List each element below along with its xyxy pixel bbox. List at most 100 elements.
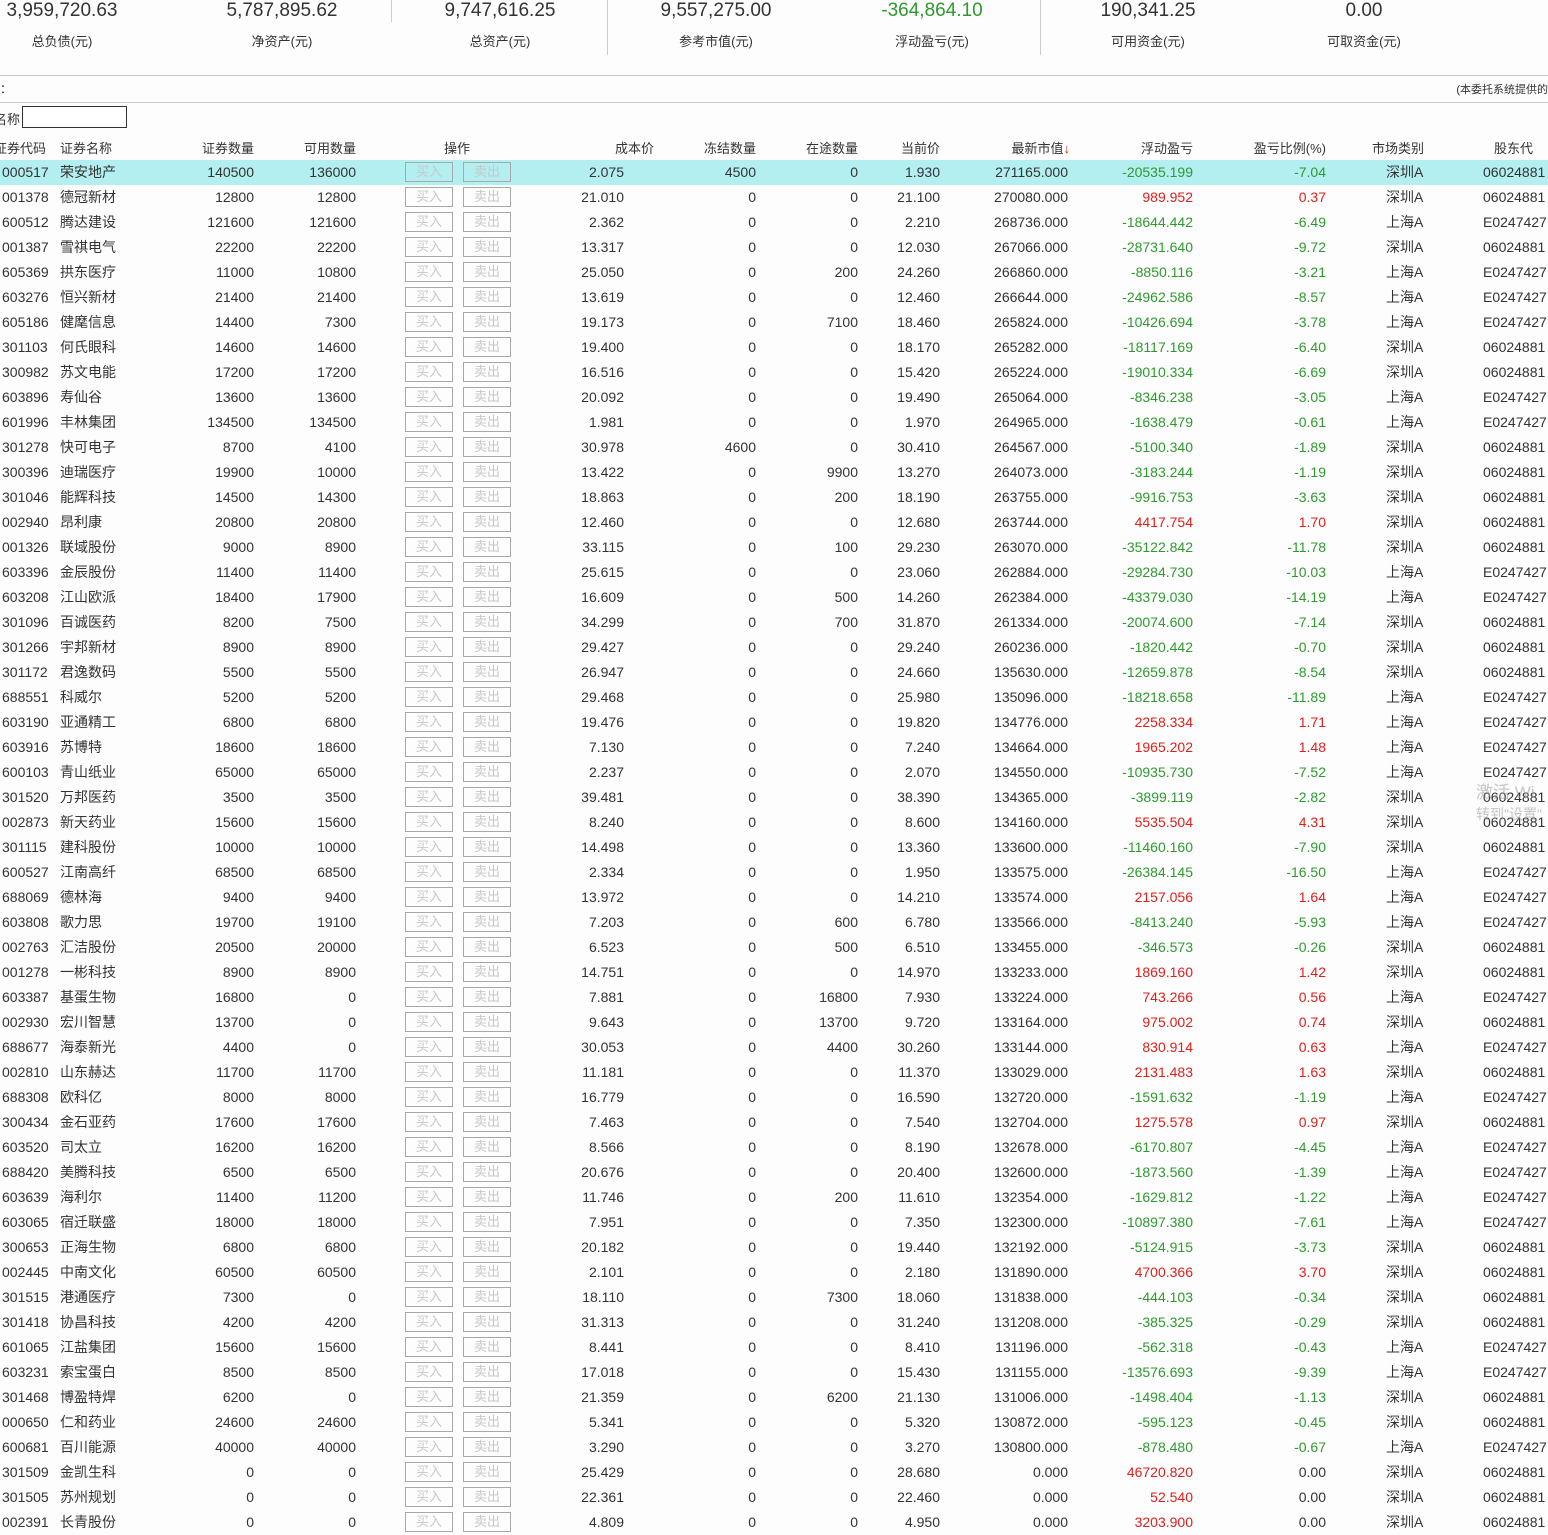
table-row[interactable]: 002445 中南文化 60500 60500 2.101 0 0 2.180 131890.0… <box>0 1260 1548 1285</box>
buy-button[interactable]: 买入 <box>405 1137 453 1157</box>
buy-button[interactable]: 买入 <box>405 637 453 657</box>
sell-button[interactable]: 卖出 <box>463 712 511 732</box>
sell-button[interactable]: 卖出 <box>463 287 511 307</box>
buy-button[interactable]: 买入 <box>405 1037 453 1057</box>
buy-button[interactable]: 买入 <box>405 812 453 832</box>
buy-button[interactable]: 买入 <box>405 1162 453 1182</box>
table-row[interactable]: 688551 科威尔 5200 5200 29.468 0 0 25.980 135096.00… <box>0 685 1548 710</box>
table-row[interactable]: 603208 江山欧派 18400 17900 16.609 0 500 14.260 2623… <box>0 585 1548 610</box>
buy-button[interactable]: 买入 <box>405 462 453 482</box>
sell-button[interactable]: 卖出 <box>463 462 511 482</box>
table-row[interactable]: 002930 宏川智慧 13700 0 9.643 0 13700 9.720 133164.0… <box>0 1010 1548 1035</box>
table-row[interactable]: 600681 百川能源 40000 40000 3.290 0 0 3.270 130800.0… <box>0 1435 1548 1460</box>
sell-button[interactable]: 卖出 <box>463 762 511 782</box>
table-row[interactable]: 301418 协昌科技 4200 4200 31.313 0 0 31.240 131208.0… <box>0 1310 1548 1335</box>
sell-button[interactable]: 卖出 <box>463 1187 511 1207</box>
buy-button[interactable]: 买入 <box>405 162 453 182</box>
buy-button[interactable]: 买入 <box>405 1012 453 1032</box>
sell-button[interactable]: 卖出 <box>463 887 511 907</box>
table-row[interactable]: 301103 何氏眼科 14600 14600 19.400 0 0 18.170 265282… <box>0 335 1548 360</box>
buy-button[interactable]: 买入 <box>405 1087 453 1107</box>
buy-button[interactable]: 买入 <box>405 1487 453 1507</box>
buy-button[interactable]: 买入 <box>405 412 453 432</box>
buy-button[interactable]: 买入 <box>405 762 453 782</box>
buy-button[interactable]: 买入 <box>405 262 453 282</box>
sell-button[interactable]: 卖出 <box>463 962 511 982</box>
sell-button[interactable]: 卖出 <box>463 1237 511 1257</box>
sell-button[interactable]: 卖出 <box>463 337 511 357</box>
table-row[interactable]: 605186 健麾信息 14400 7300 19.173 0 7100 18.460 2658… <box>0 310 1548 335</box>
sell-button[interactable]: 卖出 <box>463 662 511 682</box>
sell-button[interactable]: 卖出 <box>463 912 511 932</box>
column-header-in-transit[interactable]: 在途数量 <box>806 138 858 158</box>
table-row[interactable]: 300982 苏文电能 17200 17200 16.516 0 0 15.420 265224… <box>0 360 1548 385</box>
table-row[interactable]: 600103 青山纸业 65000 65000 2.237 0 0 2.070 134550.0… <box>0 760 1548 785</box>
table-row[interactable]: 603520 司太立 16200 16200 8.566 0 0 8.190 132678.00… <box>0 1135 1548 1160</box>
sell-button[interactable]: 卖出 <box>463 1012 511 1032</box>
buy-button[interactable]: 买入 <box>405 312 453 332</box>
sell-button[interactable]: 卖出 <box>463 162 511 182</box>
column-header-available[interactable]: 可用数量 <box>304 138 356 158</box>
sell-button[interactable]: 卖出 <box>463 562 511 582</box>
table-row[interactable]: 601065 江盐集团 15600 15600 8.441 0 0 8.410 131196.0… <box>0 1335 1548 1360</box>
table-row[interactable]: 301115 建科股份 10000 10000 14.498 0 0 13.360 133600… <box>0 835 1548 860</box>
table-row[interactable]: 301509 金凯生科 0 0 25.429 0 0 28.680 0.000 46720.820… <box>0 1460 1548 1485</box>
buy-button[interactable]: 买入 <box>405 237 453 257</box>
buy-button[interactable]: 买入 <box>405 912 453 932</box>
sell-button[interactable]: 卖出 <box>463 487 511 507</box>
table-row[interactable]: 603231 索宝蛋白 8500 8500 17.018 0 0 15.430 131155.0… <box>0 1360 1548 1385</box>
table-row[interactable]: 301468 博盈特焊 6200 0 21.359 0 6200 21.130 131006.0… <box>0 1385 1548 1410</box>
sell-button[interactable]: 卖出 <box>463 1387 511 1407</box>
table-row[interactable]: 301515 港通医疗 7300 0 18.110 0 7300 18.060 131838.0… <box>0 1285 1548 1310</box>
column-header-frozen[interactable]: 冻结数量 <box>704 138 756 158</box>
sell-button[interactable]: 卖出 <box>463 387 511 407</box>
buy-button[interactable]: 买入 <box>405 1237 453 1257</box>
buy-button[interactable]: 买入 <box>405 337 453 357</box>
table-row[interactable]: 002763 汇洁股份 20500 20000 6.523 0 500 6.510 133455… <box>0 935 1548 960</box>
table-row[interactable]: 002873 新天药业 15600 15600 8.240 0 0 8.600 134160.0… <box>0 810 1548 835</box>
sell-button[interactable]: 卖出 <box>463 1462 511 1482</box>
table-row[interactable]: 300653 正海生物 6800 6800 20.182 0 0 19.440 132192.0… <box>0 1235 1548 1260</box>
buy-button[interactable]: 买入 <box>405 1287 453 1307</box>
table-row[interactable]: 300434 金石亚药 17600 17600 7.463 0 0 7.540 132704.0… <box>0 1110 1548 1135</box>
buy-button[interactable]: 买入 <box>405 1387 453 1407</box>
buy-button[interactable]: 买入 <box>405 962 453 982</box>
table-row[interactable]: 603276 恒兴新材 21400 21400 13.619 0 0 12.460 266644… <box>0 285 1548 310</box>
buy-button[interactable]: 买入 <box>405 1212 453 1232</box>
table-row[interactable]: 301278 快可电子 8700 4100 30.978 4600 0 30.410 26456… <box>0 435 1548 460</box>
sell-button[interactable]: 卖出 <box>463 1262 511 1282</box>
sell-button[interactable]: 卖出 <box>463 1337 511 1357</box>
column-header-holder[interactable]: 股东代 <box>1494 138 1533 158</box>
buy-button[interactable]: 买入 <box>405 1362 453 1382</box>
sell-button[interactable]: 卖出 <box>463 1412 511 1432</box>
buy-button[interactable]: 买入 <box>405 662 453 682</box>
table-row[interactable]: 002810 山东赫达 11700 11700 11.181 0 0 11.370 133029… <box>0 1060 1548 1085</box>
column-header-market[interactable]: 市场类别 <box>1372 138 1424 158</box>
sell-button[interactable]: 卖出 <box>463 637 511 657</box>
sell-button[interactable]: 卖出 <box>463 1037 511 1057</box>
sell-button[interactable]: 卖出 <box>463 812 511 832</box>
column-header-cost[interactable]: 成本价 <box>615 138 654 158</box>
table-row[interactable]: 603190 亚通精工 6800 6800 19.476 0 0 19.820 134776.0… <box>0 710 1548 735</box>
sell-button[interactable]: 卖出 <box>463 512 511 532</box>
sell-button[interactable]: 卖出 <box>463 737 511 757</box>
sell-button[interactable]: 卖出 <box>463 1312 511 1332</box>
buy-button[interactable]: 买入 <box>405 187 453 207</box>
buy-button[interactable]: 买入 <box>405 1112 453 1132</box>
table-row[interactable]: 603896 寿仙谷 13600 13600 20.092 0 0 19.490 265064.… <box>0 385 1548 410</box>
sell-button[interactable]: 卖出 <box>463 1137 511 1157</box>
table-row[interactable]: 300396 迪瑞医疗 19900 10000 13.422 0 9900 13.270 264… <box>0 460 1548 485</box>
table-row[interactable]: 603396 金辰股份 11400 11400 25.615 0 0 23.060 262884… <box>0 560 1548 585</box>
buy-button[interactable]: 买入 <box>405 437 453 457</box>
table-row[interactable]: 688308 欧科亿 8000 8000 16.779 0 0 16.590 132720.00… <box>0 1085 1548 1110</box>
buy-button[interactable]: 买入 <box>405 1337 453 1357</box>
table-row[interactable]: 002391 长青股份 0 0 4.809 0 0 4.950 0.000 3203.900 0.0… <box>0 1510 1548 1535</box>
table-row[interactable]: 688420 美腾科技 6500 6500 20.676 0 0 20.400 132600.0… <box>0 1160 1548 1185</box>
sell-button[interactable]: 卖出 <box>463 187 511 207</box>
table-row[interactable]: 601996 丰林集团 134500 134500 1.981 0 0 1.970 264965… <box>0 410 1548 435</box>
table-row[interactable]: 001387 雪祺电气 22200 22200 13.317 0 0 12.030 267066… <box>0 235 1548 260</box>
buy-button[interactable]: 买入 <box>405 787 453 807</box>
buy-button[interactable]: 买入 <box>405 687 453 707</box>
buy-button[interactable]: 买入 <box>405 487 453 507</box>
table-row[interactable]: 301505 苏州规划 0 0 22.361 0 0 22.460 0.000 52.540 0.0… <box>0 1485 1548 1510</box>
